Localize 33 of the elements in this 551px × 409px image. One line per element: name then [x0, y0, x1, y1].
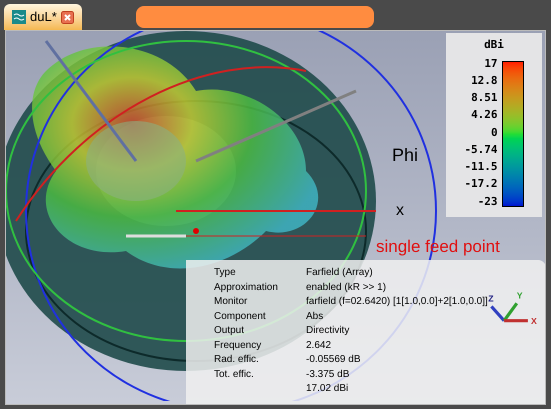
legend-unit: dBi — [484, 37, 504, 53]
info-value: 17.02 dBi — [306, 382, 348, 396]
legend-tick-label: -5.74 — [464, 144, 498, 156]
info-value: Farfield (Array) — [306, 266, 373, 280]
axis-label: Phi — [392, 144, 418, 167]
info-value: -3.375 dB — [306, 368, 350, 382]
info-value: Directivity — [306, 324, 350, 338]
legend-tick-label: -23 — [478, 196, 498, 208]
legend-tick-label: 4.26 — [471, 109, 498, 122]
info-value: -0.05569 dB — [306, 353, 360, 367]
info-value: 2.642 — [306, 338, 332, 352]
info-label: Output — [214, 324, 244, 338]
close-icon[interactable] — [60, 10, 74, 24]
info-value: Abs — [306, 310, 324, 324]
wave-icon — [12, 10, 26, 24]
legend-tick-label: 17 — [484, 58, 498, 70]
info-label: Rad. effic. — [214, 353, 259, 367]
document-tab[interactable]: duL* — [4, 4, 82, 30]
info-label: Component — [214, 310, 266, 324]
info-label: Frequency — [214, 338, 262, 352]
axis-triad-drawing: Z Y X — [488, 290, 537, 326]
legend-tick-label: -17.2 — [464, 178, 498, 190]
legend-tick-label: 12.8 — [471, 74, 498, 87]
legend-tick-label: 8.51 — [471, 92, 498, 104]
info-label: Approximation — [214, 280, 278, 294]
info-label: Type — [214, 266, 236, 280]
legend-tick-label: 0 — [490, 126, 498, 138]
info-label: Tot. effic. — [214, 368, 254, 382]
info-value: farfield (f=02.6420) [1[1.0,0.0]+2[1.0,0.0]] — [306, 295, 488, 309]
axis-label: x — [396, 201, 404, 221]
info-value: enabled (kR >> 1) — [306, 280, 386, 294]
legend-tick-label: -11.5 — [464, 161, 498, 173]
info-label: Monitor — [214, 295, 248, 309]
